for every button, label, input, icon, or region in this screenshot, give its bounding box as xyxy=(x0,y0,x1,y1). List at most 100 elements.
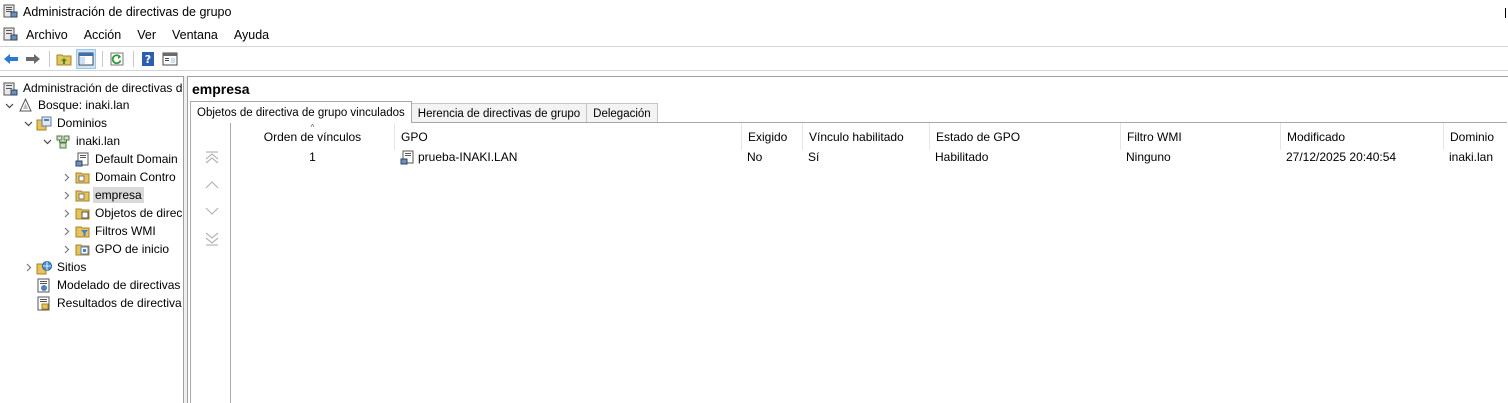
tab-delegation[interactable]: Delegación xyxy=(586,103,658,123)
page-title: empresa xyxy=(192,81,250,97)
back-icon xyxy=(4,53,18,64)
gpmc-app-icon xyxy=(3,3,18,21)
cell-wmi-filter: Ninguno xyxy=(1126,150,1171,164)
gpmc-icon xyxy=(2,80,18,96)
column-header-link-enabled[interactable]: Vínculo habilitado xyxy=(802,123,929,150)
menu-ventana[interactable]: Ventana xyxy=(164,28,226,42)
back-button[interactable] xyxy=(1,49,21,69)
column-label: Vínculo habilitado xyxy=(809,129,904,144)
menu-ayuda[interactable]: Ayuda xyxy=(226,28,277,42)
chevron-down-icon[interactable] xyxy=(3,99,15,111)
column-label: Estado de GPO xyxy=(936,129,1021,144)
chevron-right-icon[interactable] xyxy=(60,171,72,183)
tab-linked-gpos[interactable]: Objetos de directiva de grupo vinculados xyxy=(190,101,412,123)
modeling-icon xyxy=(36,277,52,293)
cell-modified: 27/12/2025 20:40:54 xyxy=(1286,150,1397,164)
tree-label: inaki.lan xyxy=(76,134,121,148)
wmi-filter-icon xyxy=(74,223,90,239)
tree-item-root[interactable]: Administración de directivas d xyxy=(2,79,183,97)
tab-inheritance[interactable]: Herencia de directivas de grupo xyxy=(410,103,588,123)
properties-button[interactable] xyxy=(160,49,180,69)
starter-gpo-icon xyxy=(74,241,90,257)
column-header-gpo[interactable]: GPO xyxy=(394,123,741,150)
linked-gpos-table: ^ Orden de vínculos GPO Exigido Vínculo … xyxy=(231,123,1507,403)
tree-label: Domain Contro xyxy=(95,170,176,184)
tree-item-domains[interactable]: Dominios xyxy=(22,114,109,132)
tree-label: Resultados de directiva xyxy=(57,296,182,310)
tree-item-sites[interactable]: Sitios xyxy=(22,258,88,276)
column-header-enforced[interactable]: Exigido xyxy=(741,123,802,150)
column-header-gpo-status[interactable]: Estado de GPO xyxy=(929,123,1120,150)
forward-icon xyxy=(26,53,40,64)
tree-item-default-domain-policy[interactable]: Default Domain xyxy=(60,150,180,168)
tree-label: Bosque: inaki.lan xyxy=(38,98,130,112)
tree-label: Sitios xyxy=(57,260,87,274)
up-folder-icon xyxy=(56,54,72,65)
menu-archivo[interactable]: Archivo xyxy=(18,28,76,42)
cell-gpo-status: Habilitado xyxy=(935,150,989,164)
forward-button[interactable] xyxy=(23,49,43,69)
menu-accion[interactable]: Acción xyxy=(76,28,130,42)
window-title: Administración de directivas de grupo xyxy=(23,5,232,19)
tree-item-empresa[interactable]: empresa xyxy=(60,186,144,204)
chevron-right-icon[interactable] xyxy=(60,207,72,219)
move-bottom-button[interactable] xyxy=(204,231,220,247)
title-bar: Administración de directivas de grupo xyxy=(0,0,1508,24)
column-header-wmi-filter[interactable]: Filtro WMI xyxy=(1120,123,1280,150)
move-top-button[interactable] xyxy=(204,149,220,165)
tree-label: Modelado de directivas xyxy=(57,278,181,292)
refresh-icon xyxy=(110,52,124,65)
tree-item-forest[interactable]: Bosque: inaki.lan xyxy=(3,96,131,114)
column-header-modified[interactable]: Modificado xyxy=(1280,123,1443,150)
move-bottom-icon xyxy=(205,232,219,246)
up-folder-button[interactable] xyxy=(54,49,74,69)
move-up-button[interactable] xyxy=(204,177,220,193)
forest-icon xyxy=(17,97,33,113)
toolbar-separator xyxy=(133,50,134,67)
tree-item-starter-gpos[interactable]: GPO de inicio xyxy=(60,240,171,258)
move-down-icon xyxy=(205,207,219,215)
chevron-down-icon[interactable] xyxy=(41,135,53,147)
column-label: GPO xyxy=(401,129,428,144)
tree-item-wmi-filters[interactable]: Filtros WMI xyxy=(60,222,158,240)
tree-label: GPO de inicio xyxy=(95,242,170,256)
tree-item-gpo-objects[interactable]: Objetos de direc xyxy=(60,204,183,222)
tree-item-results[interactable]: Resultados de directiva xyxy=(22,294,183,312)
ou-icon xyxy=(74,169,90,185)
tree-label: Objetos de direc xyxy=(95,206,183,220)
move-down-button[interactable] xyxy=(204,203,220,219)
column-header-order[interactable]: ^ Orden de vínculos xyxy=(231,123,394,150)
column-header-domain[interactable]: Dominio xyxy=(1443,123,1507,150)
show-hide-tree-button[interactable] xyxy=(76,48,96,69)
refresh-button[interactable] xyxy=(107,49,127,69)
tree-label: Filtros WMI xyxy=(95,224,156,238)
sort-ascending-icon: ^ xyxy=(310,123,315,132)
chevron-right-icon[interactable] xyxy=(60,243,72,255)
tree-label: Administración de directivas d xyxy=(23,81,183,95)
menu-ver[interactable]: Ver xyxy=(129,28,164,42)
table-header: ^ Orden de vínculos GPO Exigido Vínculo … xyxy=(231,123,1507,150)
tree-label: Dominios xyxy=(57,116,108,130)
cell-domain: inaki.lan xyxy=(1449,150,1494,164)
table-row[interactable]: 1 prueba-INAKI.LAN No Sí Habilitado Ning… xyxy=(231,148,1507,166)
chevron-down-icon[interactable] xyxy=(22,117,34,129)
cell-link-enabled: Sí xyxy=(808,150,820,164)
linked-gpos-panel: ^ Orden de vínculos GPO Exigido Vínculo … xyxy=(190,122,1507,403)
chevron-right-icon[interactable] xyxy=(60,225,72,237)
svg-text:?: ? xyxy=(145,53,151,66)
tab-strip: Objetos de directiva de grupo vinculados… xyxy=(190,101,658,123)
chevron-right-icon[interactable] xyxy=(22,261,34,273)
toolbar-separator xyxy=(49,50,50,67)
column-label: Filtro WMI xyxy=(1127,129,1182,144)
tree-item-domain-controllers[interactable]: Domain Contro xyxy=(60,168,178,186)
help-button[interactable]: ? xyxy=(138,49,158,69)
chevron-right-icon[interactable] xyxy=(60,189,72,201)
domain-icon xyxy=(55,133,71,149)
results-icon xyxy=(36,295,52,311)
tree-item-domain[interactable]: inaki.lan xyxy=(41,132,122,150)
tree-item-modeling[interactable]: Modelado de directivas xyxy=(22,276,182,294)
column-label: Exigido xyxy=(748,129,788,144)
gpo-link-icon xyxy=(74,151,90,167)
